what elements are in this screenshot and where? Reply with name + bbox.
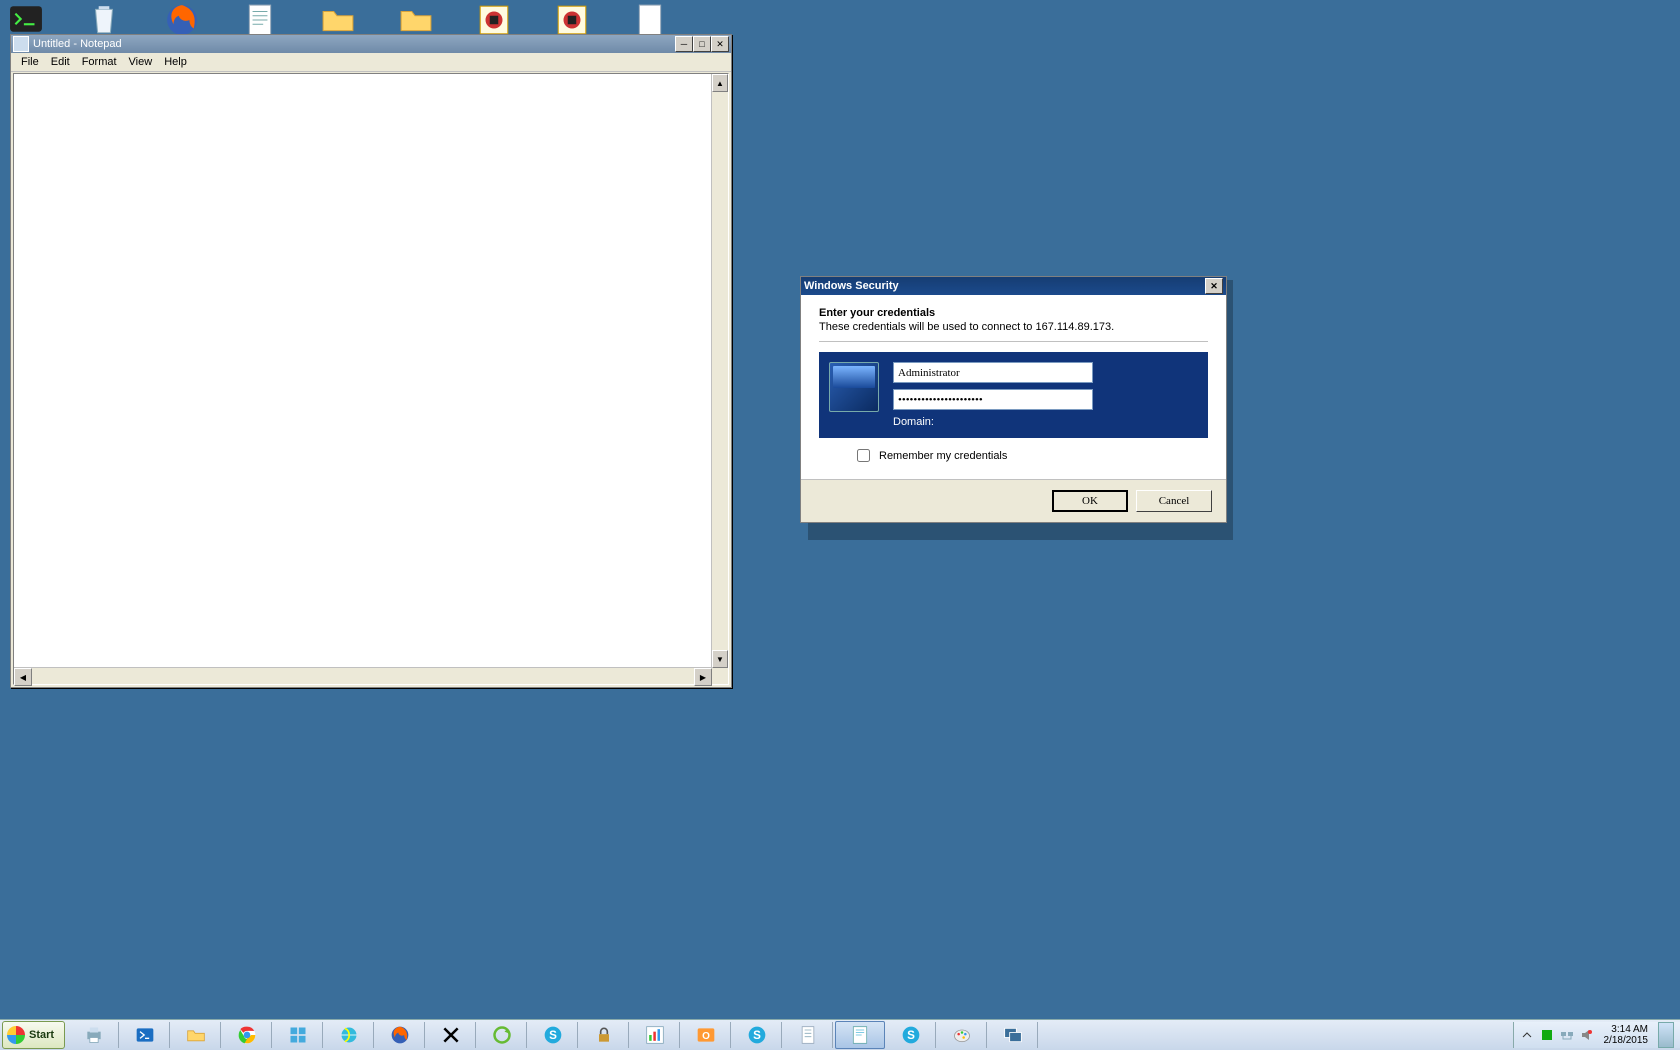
system-tray: 3:14 AM 2/18/2015 — [1513, 1022, 1680, 1048]
taskbar-lock-icon[interactable] — [580, 1022, 629, 1048]
remember-credentials-row: Remember my credentials — [853, 446, 1208, 465]
taskbar-skype-icon[interactable]: S — [887, 1022, 936, 1048]
taskbar-skype-icon[interactable]: S — [529, 1022, 578, 1048]
menu-view[interactable]: View — [123, 55, 159, 69]
scroll-up-button[interactable]: ▲ — [712, 74, 728, 92]
scroll-right-button[interactable]: ▶ — [694, 668, 712, 686]
show-desktop-button[interactable] — [1658, 1022, 1674, 1048]
desktop-icons-row — [4, 2, 672, 38]
scroll-down-button[interactable]: ▼ — [712, 650, 728, 668]
windows-logo-icon — [7, 1026, 25, 1044]
dialog-title: Windows Security — [804, 280, 1205, 292]
divider — [819, 341, 1208, 342]
taskbar-skype-icon[interactable]: S — [733, 1022, 782, 1048]
remember-checkbox[interactable] — [857, 449, 870, 462]
domain-label: Domain: — [893, 416, 1198, 428]
notepad-app-icon — [13, 36, 29, 52]
credentials-box: Domain: — [819, 352, 1208, 438]
taskbar-notepad-list-icon[interactable] — [784, 1022, 833, 1048]
folder-icon[interactable] — [394, 2, 438, 38]
start-label: Start — [29, 1029, 54, 1041]
resize-grip[interactable] — [712, 668, 728, 684]
taskbar-x-icon[interactable] — [427, 1022, 476, 1048]
ok-button[interactable]: OK — [1052, 490, 1128, 512]
taskbar: Start S O S S 3:14 AM 2/18/2015 — [0, 1019, 1680, 1050]
dialog-heading: Enter your credentials — [819, 307, 1208, 319]
tray-network-icon[interactable] — [1560, 1028, 1574, 1042]
taskbar-ie-icon[interactable] — [325, 1022, 374, 1048]
notepad-titlebar[interactable]: Untitled - Notepad ─ □ ✕ — [11, 35, 731, 53]
password-field[interactable] — [893, 389, 1093, 410]
taskbar-rdp-icon[interactable] — [989, 1022, 1038, 1048]
taskbar-settings-icon[interactable] — [274, 1022, 323, 1048]
minimize-button[interactable]: ─ — [675, 36, 693, 52]
taskbar-refresh-icon[interactable] — [478, 1022, 527, 1048]
desktop[interactable]: Untitled - Notepad ─ □ ✕ File Edit Forma… — [0, 0, 1680, 1020]
scroll-left-button[interactable]: ◀ — [14, 668, 32, 686]
dialog-subtext: These credentials will be used to connec… — [819, 321, 1208, 333]
taskbar-notepad-button[interactable] — [835, 1021, 885, 1049]
taskbar-powershell-icon[interactable] — [121, 1022, 170, 1048]
taskbar-firefox-icon[interactable] — [376, 1022, 425, 1048]
notepad-title: Untitled - Notepad — [33, 38, 675, 50]
start-button[interactable]: Start — [2, 1021, 65, 1049]
menu-edit[interactable]: Edit — [45, 55, 76, 69]
tray-clock[interactable]: 3:14 AM 2/18/2015 — [1604, 1024, 1649, 1046]
close-button[interactable]: ✕ — [711, 36, 729, 52]
terminal-icon[interactable] — [4, 2, 48, 38]
taskbar-explorer-icon[interactable] — [172, 1022, 221, 1048]
svg-text:S: S — [549, 1029, 557, 1042]
app-icon[interactable] — [550, 2, 594, 38]
svg-text:O: O — [702, 1031, 710, 1042]
tray-expand-icon[interactable] — [1520, 1028, 1534, 1042]
horizontal-scrollbar[interactable]: ◀ ▶ — [14, 667, 712, 684]
document-icon[interactable] — [628, 2, 672, 38]
notepad-menubar: File Edit Format View Help — [11, 53, 731, 72]
maximize-button[interactable]: □ — [693, 36, 711, 52]
dialog-body: Enter your credentials These credentials… — [801, 295, 1226, 479]
tray-status-icon[interactable] — [1540, 1028, 1554, 1042]
remember-label: Remember my credentials — [879, 450, 1007, 462]
recycle-bin-icon[interactable] — [82, 2, 126, 38]
cancel-button[interactable]: Cancel — [1136, 490, 1212, 512]
menu-help[interactable]: Help — [158, 55, 193, 69]
taskbar-chart-icon[interactable] — [631, 1022, 680, 1048]
credential-user-icon — [829, 362, 879, 412]
folder-icon[interactable] — [316, 2, 360, 38]
taskbar-paint-icon[interactable] — [938, 1022, 987, 1048]
close-button[interactable]: ✕ — [1205, 278, 1223, 294]
taskbar-chrome-icon[interactable] — [223, 1022, 272, 1048]
menu-file[interactable]: File — [15, 55, 45, 69]
dialog-footer: OK Cancel — [801, 479, 1226, 522]
tray-volume-icon[interactable] — [1580, 1028, 1594, 1042]
text-file-icon[interactable] — [238, 2, 282, 38]
tray-time: 3:14 AM — [1604, 1024, 1649, 1035]
tray-date: 2/18/2015 — [1604, 1035, 1649, 1046]
svg-text:S: S — [753, 1029, 761, 1042]
firefox-icon[interactable] — [160, 2, 204, 38]
notepad-textarea[interactable]: ▲ ▼ ◀ ▶ — [13, 73, 729, 685]
taskbar-printer-icon[interactable] — [70, 1022, 119, 1048]
dialog-titlebar[interactable]: Windows Security ✕ — [801, 277, 1226, 295]
vertical-scrollbar[interactable]: ▲ ▼ — [711, 74, 728, 668]
menu-format[interactable]: Format — [76, 55, 123, 69]
taskbar-buttons: S O S S — [67, 1020, 1512, 1050]
svg-text:S: S — [907, 1029, 915, 1042]
windows-security-dialog[interactable]: Windows Security ✕ Enter your credential… — [800, 276, 1227, 523]
notepad-window[interactable]: Untitled - Notepad ─ □ ✕ File Edit Forma… — [10, 34, 732, 688]
taskbar-outlook-icon[interactable]: O — [682, 1022, 731, 1048]
app-icon[interactable] — [472, 2, 516, 38]
username-field[interactable] — [893, 362, 1093, 383]
